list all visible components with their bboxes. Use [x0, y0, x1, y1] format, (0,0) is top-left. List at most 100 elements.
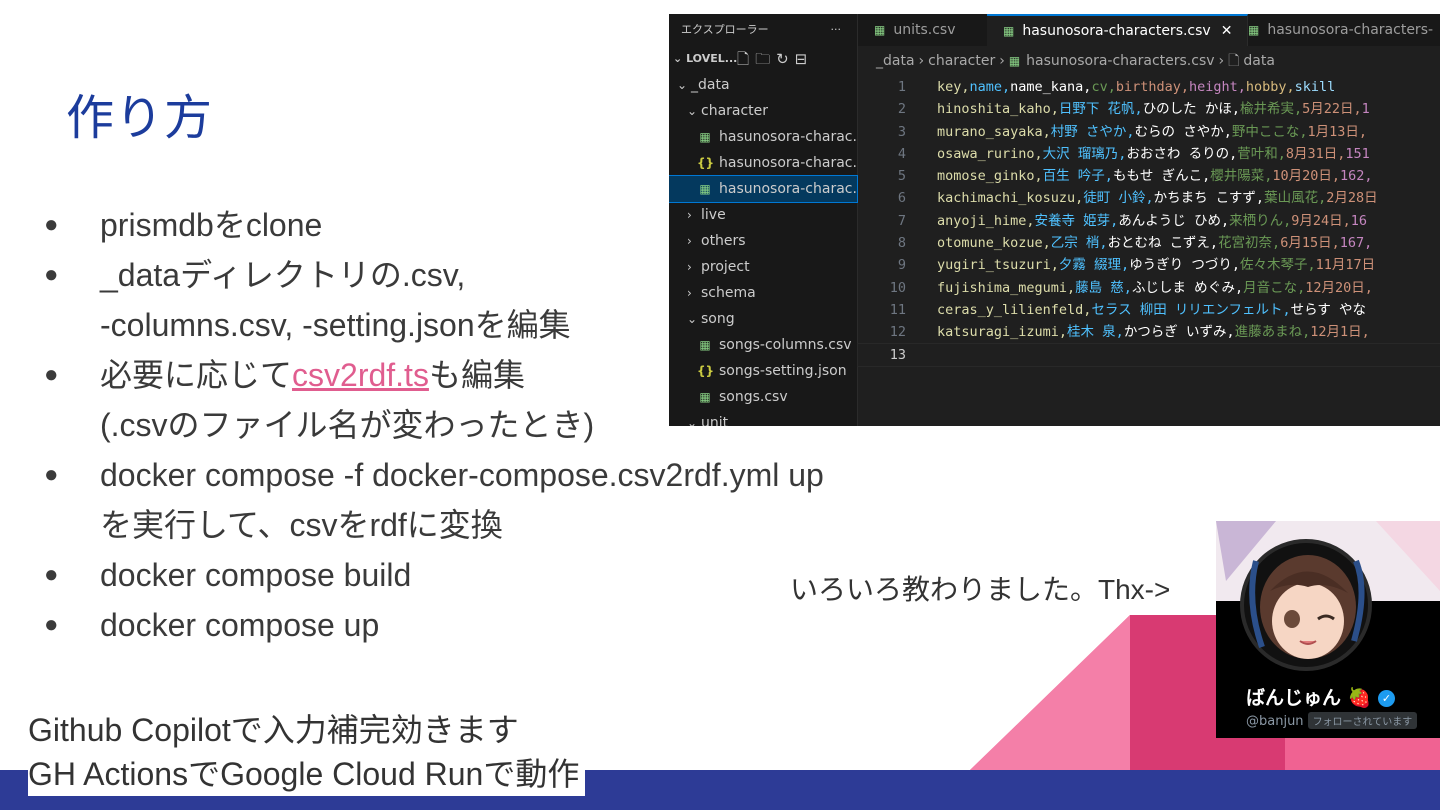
thanks-text: いろいろ教わりました。Thx->	[790, 574, 1171, 605]
tree-item-label: songs.csv	[719, 389, 788, 405]
bullet-item: ● docker compose -f docker-compose.csv2r…	[44, 450, 824, 550]
tree-item[interactable]: ⌄ song	[669, 306, 857, 332]
workspace-label: LOVEL...	[686, 52, 738, 65]
json-file-icon: {}	[697, 156, 715, 170]
tree-item-label: character	[701, 103, 769, 119]
code-text: murano_sayaka,村野 さやか,むらの さやか,野中ここな,1月13日…	[937, 123, 1367, 140]
bullet-text-suffix: も編集	[428, 357, 525, 393]
line-number: 1	[897, 79, 906, 95]
line-number: 10	[889, 279, 906, 296]
csv-file-icon: ▦	[874, 23, 886, 37]
profile-handle: @banjun フォローされています	[1246, 712, 1418, 729]
csv2rdf-link[interactable]: csv2rdf.ts	[292, 357, 429, 393]
slide-title: 作り方	[66, 90, 214, 146]
tree-item[interactable]: ⌄ unit	[669, 410, 857, 426]
file-tree: ⌄ _data ⌄ character ▦ hasunosora-charac...{} h…	[669, 72, 858, 426]
code-line: 13	[857, 342, 1440, 367]
footnote-copilot: Github Copilotで入力補完効きます	[28, 712, 519, 748]
breadcrumb-item[interactable]: hasunosora-characters.csv	[1026, 53, 1214, 69]
close-icon[interactable]: ✕	[1221, 23, 1233, 39]
chevron-right-icon: ›	[918, 53, 925, 69]
chevron-right-icon: ›	[687, 234, 692, 248]
line-number: 6	[897, 190, 906, 207]
code-editor[interactable]: 1 key,name,name_kana,cv,birthday,height,h…	[857, 76, 1440, 426]
code-line: 4 osawa_rurino,大沢 瑠璃乃,おおさわ るりの,菅叶和,8月31日,…	[858, 143, 1440, 165]
code-line: 11 ceras_y_lilienfeld,セラス 柳田 リリエンフェルト,せらす…	[858, 299, 1440, 321]
new-folder-icon[interactable]: 🗀	[755, 50, 776, 68]
code-text: fujishima_megumi,藤島 慈,ふじしま めぐみ,月音こな,12月2…	[937, 279, 1373, 296]
workspace-root[interactable]: ⌄ LOVEL... 🗋🗀↻⊟	[669, 46, 857, 72]
verified-badge-icon: ✓	[1377, 690, 1395, 707]
strawberry-icon: 🍓	[1347, 687, 1372, 709]
tree-item[interactable]: ▦ hasunosora-charac...	[669, 175, 858, 203]
line-number: 9	[897, 257, 906, 274]
tree-item[interactable]: › live	[669, 202, 857, 228]
csv-file-icon: ▦	[699, 130, 711, 144]
chevron-right-icon: ›	[1218, 53, 1225, 69]
tree-item[interactable]: {} hasunosora-charac...	[669, 150, 857, 176]
line-number: 13	[889, 346, 906, 363]
bullet-text: docker compose -f docker-compose.csv2rdf…	[100, 457, 824, 493]
code-text: momose_ginko,百生 吟子,ももせ ぎんこ,櫻井陽菜,10月20日,1…	[937, 168, 1373, 185]
tree-item[interactable]: › others	[669, 228, 857, 254]
code-text: yugiri_tsuzuri,夕霧 綴理,ゆうぎり つづり,佐々木琴子,11月1…	[937, 257, 1376, 274]
tree-item-label: songs-columns.csv	[719, 337, 852, 353]
tab-hasunosora-characters-other[interactable]: ▦ hasunosora-characters-	[1232, 14, 1440, 46]
vscode-window: エクスプローラー ··· ⌄ LOVEL... 🗋🗀↻⊟ ⌄ _data ⌄ char…	[669, 14, 1440, 426]
tree-item-label: project	[701, 259, 750, 275]
line-number: 3	[897, 123, 906, 140]
line-number: 5	[897, 168, 906, 185]
code-text: kachimachi_kosuzu,徒町 小鈴,かちまち こすず,葉山風花,2月…	[937, 190, 1378, 207]
chevron-right-icon: ›	[687, 260, 692, 274]
profile-card: ばんじゅん 🍓 ✓ @banjun フォローされています	[1216, 521, 1440, 738]
tree-item-label: hasunosora-charac...	[719, 155, 857, 171]
tree-item[interactable]: ⌄ character	[669, 98, 857, 124]
bullet-text-prefix: 必要に応じて	[100, 357, 293, 393]
bullet-dot: ●	[44, 611, 59, 638]
tree-item-label: live	[701, 207, 726, 223]
csv-file-icon: ▦	[699, 338, 711, 352]
csv-file-icon: ▦	[1003, 24, 1015, 38]
collapse-all-icon[interactable]: ⊟	[795, 50, 814, 68]
code-line: 6 kachimachi_kosuzu,徒町 小鈴,かちまち こすず,葉山風花,2…	[858, 187, 1440, 209]
refresh-icon[interactable]: ↻	[776, 50, 795, 68]
tree-item[interactable]: ▦ songs-columns.csv	[669, 332, 857, 358]
bullet-text: を実行して、csvをrdfに変換	[100, 507, 503, 543]
bullet-dot: ●	[44, 211, 59, 238]
code-text: otomune_kozue,乙宗 梢,おとむね こずえ,花宮初奈,6月15日,1…	[937, 235, 1373, 252]
bullet-dot: ●	[44, 361, 59, 388]
profile-handle-text: @banjun	[1246, 714, 1304, 729]
breadcrumb-item[interactable]: character	[928, 53, 995, 69]
code-text: ceras_y_lilienfeld,セラス 柳田 リリエンフェルト,せらす や…	[937, 301, 1367, 318]
code-text: key,name,name_kana,cv,birthday,height,ho…	[937, 79, 1336, 95]
line-number: 8	[897, 235, 906, 252]
pink-shape-left	[970, 615, 1130, 770]
code-line: 10 fujishima_megumi,藤島 慈,ふじしま めぐみ,月音こな,12…	[858, 277, 1440, 299]
tab-hasunosora-characters-csv[interactable]: ▦ hasunosora-characters.csv ✕	[987, 14, 1248, 46]
tree-item[interactable]: ⌄ _data	[669, 72, 857, 98]
breadcrumb-item[interactable]: data	[1243, 53, 1275, 69]
bullet-text: docker compose build	[100, 557, 412, 593]
tree-item-label: songs-setting.json	[719, 363, 847, 379]
tree-item[interactable]: › project	[669, 254, 857, 280]
chevron-down-icon: ⌄	[687, 104, 698, 118]
csv-file-icon: ▦	[699, 390, 711, 404]
tree-item[interactable]: › schema	[669, 280, 857, 306]
line-number: 7	[897, 212, 906, 229]
profile-name-text: ばんじゅん	[1246, 687, 1342, 709]
tree-item[interactable]: ▦ songs.csv	[669, 384, 857, 410]
chevron-right-icon: ›	[999, 53, 1005, 69]
tree-item[interactable]: ▦ hasunosora-charac...	[669, 124, 857, 150]
more-actions-icon[interactable]: ···	[831, 14, 842, 46]
bullet-dot: ●	[44, 261, 59, 288]
code-line: 3 murano_sayaka,村野 さやか,むらの さやか,野中ここな,1月13…	[858, 121, 1440, 143]
tab-units-csv[interactable]: ▦ units.csv	[858, 14, 1003, 46]
bullet-text: docker compose up	[100, 607, 380, 643]
code-line: 2 hinoshita_kaho,日野下 花帆,ひのした かほ,楡井希実,5月22…	[858, 98, 1440, 120]
tree-item[interactable]: {} songs-setting.json	[669, 358, 857, 384]
new-file-icon[interactable]: 🗋	[737, 50, 755, 68]
breadcrumb-item[interactable]: _data	[876, 53, 915, 69]
tree-item-label: hasunosora-charac...	[719, 181, 857, 197]
json-file-icon: {}	[697, 364, 715, 378]
code-line: 9 yugiri_tsuzuri,夕霧 綴理,ゆうぎり つづり,佐々木琴子,11月…	[858, 254, 1440, 276]
